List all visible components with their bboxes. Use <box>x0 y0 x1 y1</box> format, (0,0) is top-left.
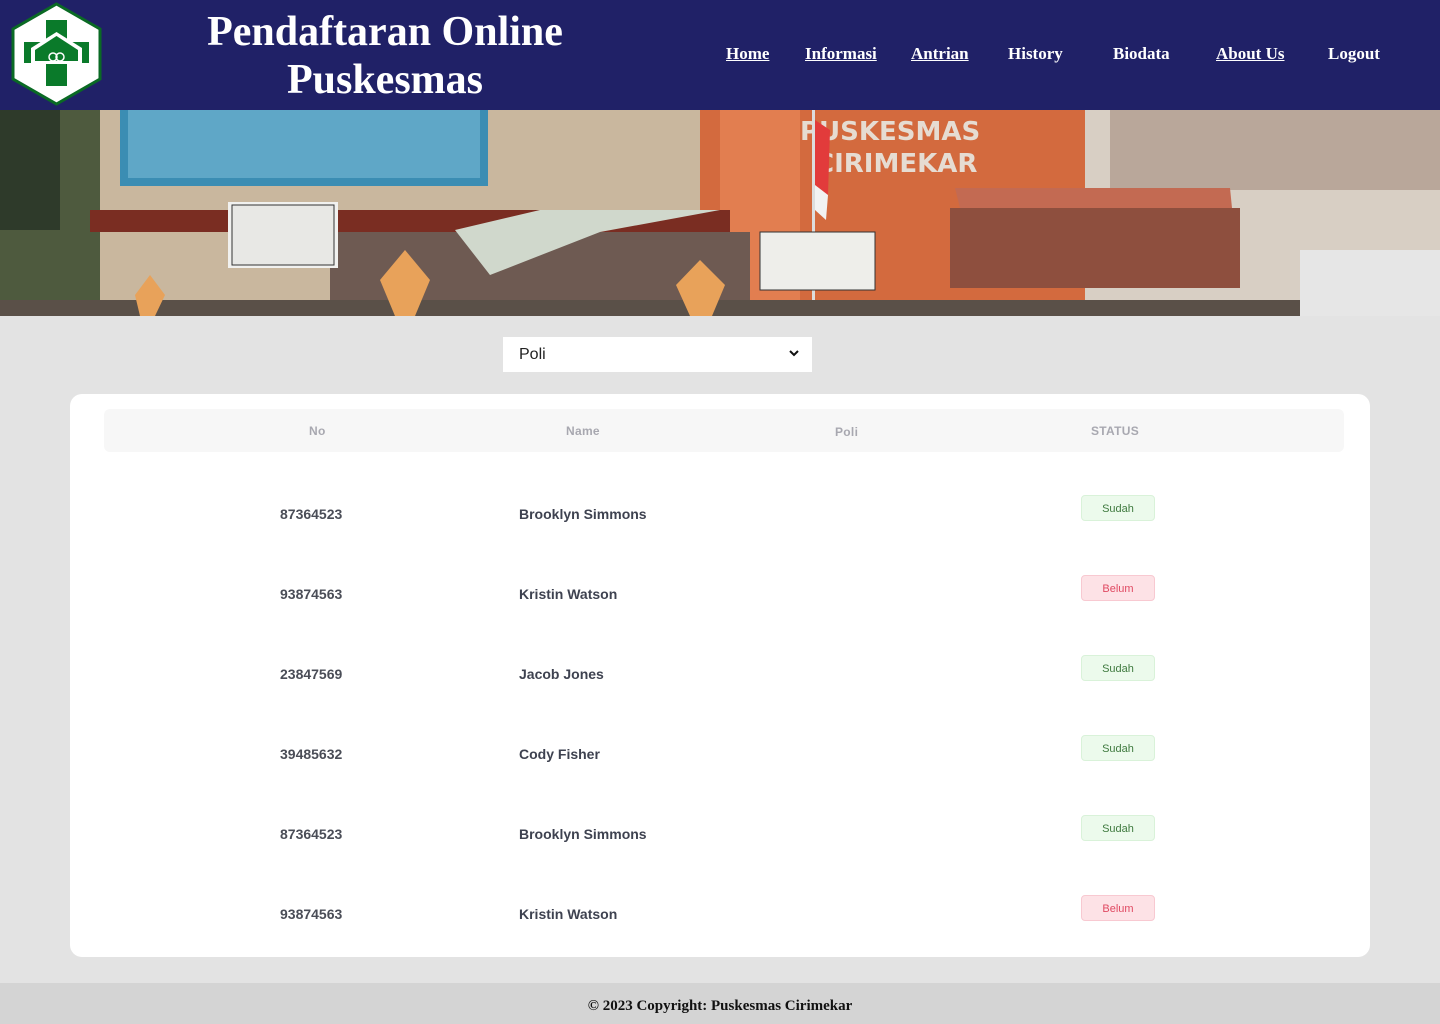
table-row[interactable]: 93874563 Kristin Watson Belum <box>70 874 1370 954</box>
cell-name: Brooklyn Simmons <box>519 506 647 522</box>
nav-logout[interactable]: Logout <box>1328 44 1380 64</box>
table-row[interactable]: 87364523 Brooklyn Simmons Sudah <box>70 794 1370 874</box>
cell-no: 87364523 <box>280 826 343 842</box>
nav-biodata[interactable]: Biodata <box>1113 44 1170 64</box>
cell-no: 93874563 <box>280 586 343 602</box>
nav-history[interactable]: History <box>1008 44 1063 64</box>
footer: © 2023 Copyright: Puskesmas Cirimekar <box>0 983 1440 1024</box>
puskesmas-logo-icon[interactable] <box>10 2 103 106</box>
status-badge: Sudah <box>1081 735 1155 761</box>
nav-antrian[interactable]: Antrian <box>911 44 969 64</box>
cell-name: Kristin Watson <box>519 906 618 922</box>
table-header: No Name Poli STATUS <box>104 409 1344 452</box>
facade-sign-line2: CIRIMEKAR <box>815 149 977 179</box>
cell-name: Brooklyn Simmons <box>519 826 647 842</box>
status-badge: Belum <box>1081 895 1155 921</box>
table-row[interactable]: 23847569 Jacob Jones Sudah <box>70 634 1370 714</box>
table-row[interactable]: 39485632 Cody Fisher Sudah <box>70 714 1370 794</box>
status-badge: Sudah <box>1081 655 1155 681</box>
nav-informasi[interactable]: Informasi <box>805 44 877 64</box>
column-header-poli: Poli <box>835 425 859 439</box>
cell-name: Jacob Jones <box>519 666 604 682</box>
site-title: Pendaftaran Online Puskesmas <box>190 8 580 104</box>
cell-no: 87364523 <box>280 506 343 522</box>
column-header-status: STATUS <box>1091 424 1140 438</box>
cell-name: Cody Fisher <box>519 746 600 762</box>
chevron-down-icon <box>789 350 799 357</box>
cell-no: 23847569 <box>280 666 343 682</box>
column-header-name: Name <box>566 424 600 438</box>
site-title-line2: Puskesmas <box>286 57 484 103</box>
patient-table-card: No Name Poli STATUS 87364523 Brooklyn Si… <box>70 394 1370 957</box>
poli-select[interactable]: Poli <box>503 337 812 372</box>
poli-select-value: Poli <box>519 346 546 363</box>
footer-copyright: © 2023 Copyright: Puskesmas Cirimekar <box>587 998 853 1014</box>
cell-name: Kristin Watson <box>519 586 618 602</box>
status-badge: Sudah <box>1081 495 1155 521</box>
header-bar: Pendaftaran Online Puskesmas Home Inform… <box>0 0 1440 110</box>
table-row[interactable]: 93874563 Kristin Watson Belum <box>70 554 1370 634</box>
column-header-no: No <box>309 424 326 438</box>
cell-no: 39485632 <box>280 746 343 762</box>
cell-no: 93874563 <box>280 906 343 922</box>
hero-banner: PUSKESMAS CIRIMEKAR <box>0 110 1440 316</box>
table-row[interactable]: 87364523 Brooklyn Simmons Sudah <box>70 474 1370 554</box>
status-badge: Sudah <box>1081 815 1155 841</box>
building-photo: PUSKESMAS CIRIMEKAR <box>0 110 1440 316</box>
nav-home[interactable]: Home <box>726 44 769 64</box>
status-badge: Belum <box>1081 575 1155 601</box>
nav-about-us[interactable]: About Us <box>1216 44 1285 64</box>
site-title-line1: Pendaftaran Online <box>207 9 563 55</box>
